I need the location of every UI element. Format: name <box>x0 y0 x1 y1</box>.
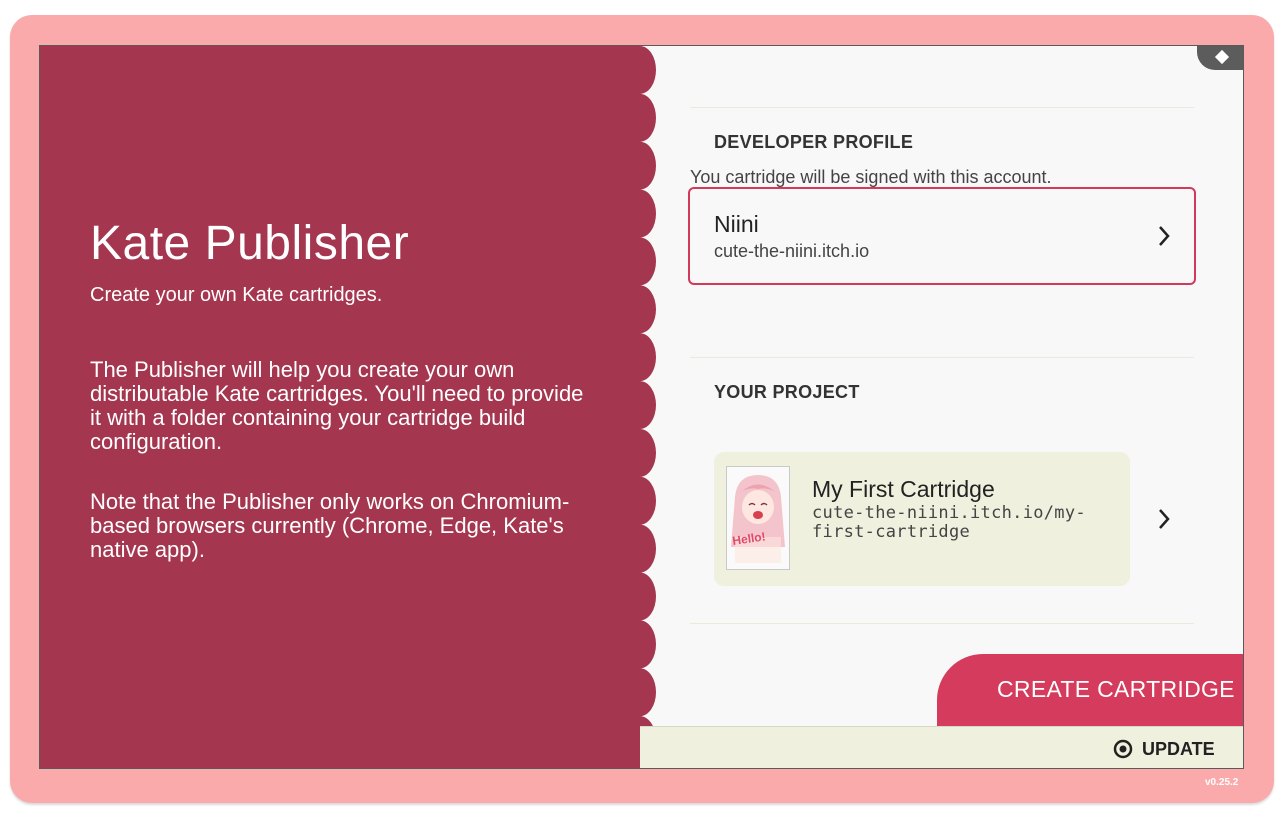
diamond-icon <box>1214 49 1230 65</box>
sidebar: Kate Publisher Create your own Kate cart… <box>40 46 640 768</box>
developer-profile-description: You cartridge will be signed with this a… <box>690 167 1052 187</box>
your-project-heading: YOUR PROJECT <box>714 382 860 402</box>
bottom-bar: UPDATE <box>640 726 1243 768</box>
divider <box>690 623 1194 624</box>
scalloped-edge <box>638 46 656 768</box>
version-label: v0.25.2 <box>1205 777 1239 788</box>
create-cartridge-label: CREATE CARTRIDGE <box>997 676 1235 702</box>
update-label: UPDATE <box>1142 738 1215 759</box>
divider <box>690 357 1194 358</box>
corner-tab[interactable] <box>1197 46 1243 70</box>
app-title: Kate Publisher <box>90 217 410 270</box>
chevron-right-icon <box>1159 226 1170 246</box>
developer-profile-card[interactable]: Niini cute-the-niini.itch.io <box>688 187 1196 285</box>
project-title: My First Cartridge <box>812 476 995 502</box>
create-cartridge-button[interactable]: CREATE CARTRIDGE <box>937 654 1243 729</box>
chevron-right-icon[interactable] <box>1156 507 1172 531</box>
app-description: The Publisher will help you create your … <box>90 357 584 454</box>
developer-name: Niini <box>714 211 759 237</box>
divider <box>690 107 1194 108</box>
project-url: cute-the-niini.itch.io/my-first-cartridg… <box>812 503 1086 542</box>
cartridge-thumbnail: Hello! <box>726 466 790 570</box>
developer-profile-heading: DEVELOPER PROFILE <box>714 132 914 152</box>
project-card[interactable]: Hello! My First Cartridge cute-the-niini… <box>714 452 1130 586</box>
screen: Kate Publisher Create your own Kate cart… <box>39 45 1244 769</box>
developer-domain: cute-the-niini.itch.io <box>714 241 870 261</box>
radio-target-icon <box>1113 739 1133 759</box>
cartridge-art: Hello! <box>727 467 789 569</box>
app-subtitle: Create your own Kate cartridges. <box>90 284 383 306</box>
update-button[interactable]: UPDATE <box>1113 737 1215 761</box>
browser-note: Note that the Publisher only works on Ch… <box>90 489 570 562</box>
